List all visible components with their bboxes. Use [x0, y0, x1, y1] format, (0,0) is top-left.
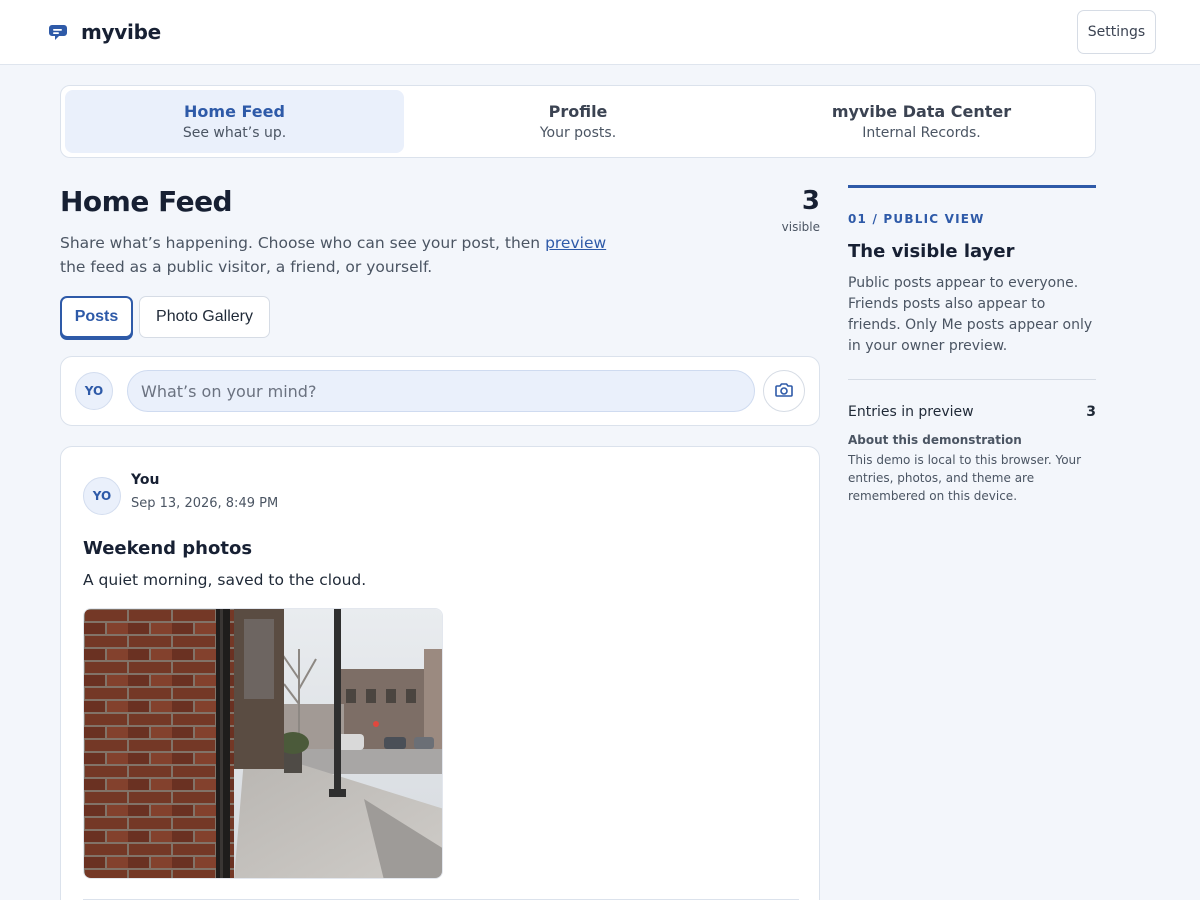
post-body: A quiet morning, saved to the cloud. — [83, 571, 367, 589]
nav-tab-title: Profile — [548, 102, 608, 121]
chat-bubble-icon — [48, 22, 68, 42]
entries-in-preview-value: 3 — [1086, 404, 1096, 420]
post-input[interactable] — [127, 370, 755, 412]
settings-button[interactable]: Settings — [1077, 10, 1156, 54]
visible-count-label: visible — [781, 220, 820, 234]
nav-tab-subtitle: Internal Records. — [862, 125, 981, 141]
sidebar-accent-rule — [848, 185, 1096, 188]
desc-text-end: the feed as a public visitor, a friend, … — [60, 258, 433, 276]
nav-tab-title: Home Feed — [184, 102, 285, 121]
nav-tab-profile[interactable]: Profile Your posts. — [408, 90, 748, 153]
post-timestamp: Sep 13, 2026, 8:49 PM — [131, 496, 279, 511]
camera-icon — [774, 380, 794, 403]
nav-tab-title: myvibe Data Center — [831, 102, 1012, 121]
avatar: YO — [75, 372, 113, 410]
about-text: This demo is local to this browser. Your… — [848, 453, 1082, 503]
sidebar-divider — [848, 379, 1096, 380]
nav-tab-home-feed[interactable]: Home Feed See what’s up. — [65, 90, 404, 153]
post-title: Weekend photos — [83, 538, 253, 559]
post-photo[interactable] — [83, 608, 443, 879]
post-author: You — [131, 472, 160, 488]
visible-count: 3 — [801, 186, 820, 216]
desc-text-start: Share what’s happening. Choose who can s… — [60, 234, 546, 252]
nav-tab-subtitle: Your posts. — [539, 125, 617, 141]
entries-in-preview-label: Entries in preview — [848, 404, 974, 420]
about-title: About this demonstration — [848, 433, 1022, 447]
top-bar: myvibe Settings — [0, 0, 1200, 65]
page-description: Share what’s happening. Choose who can s… — [60, 231, 635, 279]
post-composer: YO — [60, 356, 820, 426]
add-photo-button[interactable] — [763, 370, 805, 412]
tab-photo-gallery[interactable]: Photo Gallery — [139, 296, 270, 338]
brand[interactable]: myvibe — [48, 20, 161, 44]
nav-tab-data-center[interactable]: myvibe Data Center Internal Records. — [752, 90, 1091, 153]
street-photo-image — [84, 609, 442, 878]
main-nav: Home Feed See what’s up. Profile Your po… — [60, 85, 1096, 158]
sidebar-title: The visible layer — [848, 241, 1015, 262]
page-title: Home Feed — [60, 185, 233, 218]
avatar: YO — [83, 477, 121, 515]
nav-tab-subtitle: See what’s up. — [182, 125, 287, 141]
brand-name: myvibe — [81, 20, 161, 44]
preview-link[interactable]: preview — [545, 234, 606, 252]
sidebar-kicker: 01 / PUBLIC VIEW — [848, 212, 985, 226]
tab-posts[interactable]: Posts — [60, 296, 133, 338]
post-card: YO You Sep 13, 2026, 8:49 PM Weekend pho… — [60, 446, 820, 900]
sidebar-text: Public posts appear to everyone. Friends… — [848, 275, 1093, 354]
